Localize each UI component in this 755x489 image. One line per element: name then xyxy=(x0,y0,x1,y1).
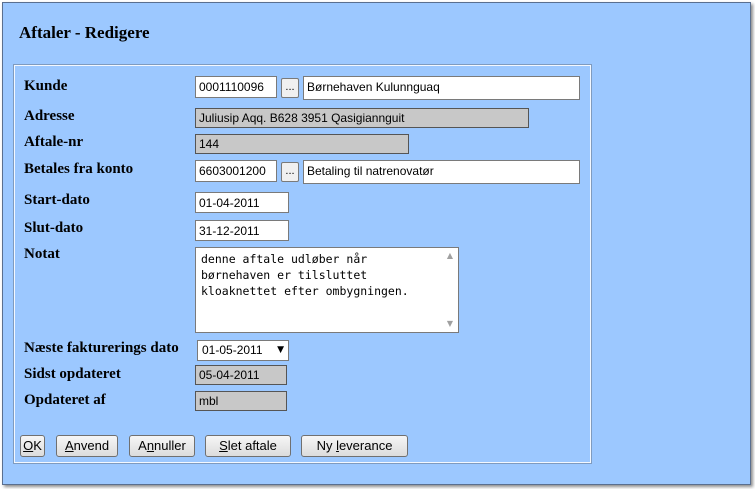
konto-lookup-button[interactable]: ... xyxy=(281,162,299,182)
anvend-button[interactable]: Anvend xyxy=(56,435,118,457)
start-dato-label: Start-dato xyxy=(24,192,90,208)
opdateret-af-field: mbl xyxy=(195,391,287,411)
kunde-nr-input[interactable]: 0001110096 xyxy=(195,76,277,98)
konto-navn-input[interactable]: Betaling til natrenovatør xyxy=(303,160,580,184)
page-title: Aftaler - Redigere xyxy=(19,23,150,42)
kunde-label: Kunde xyxy=(24,78,68,94)
opdateret-af-label: Opdateret af xyxy=(24,392,106,408)
scroll-down-arrow-icon[interactable]: ▼ xyxy=(444,319,456,329)
ok-button[interactable]: OK xyxy=(20,435,45,457)
notat-label: Notat xyxy=(24,246,60,262)
chevron-down-icon: ▼ xyxy=(277,345,284,355)
naeste-fakturerings-dato-select[interactable]: 01-05-2011 ▼ xyxy=(197,340,289,361)
slet-aftale-button[interactable]: Slet aftale xyxy=(205,435,291,457)
notat-text: denne aftale udløber når børnehaven er t… xyxy=(201,252,409,298)
aftale-nr-field: 144 xyxy=(195,134,409,154)
sidst-opdateret-field: 05-04-2011 xyxy=(195,365,287,385)
annuller-button[interactable]: Annuller xyxy=(129,435,195,457)
slut-dato-input[interactable]: 31-12-2011 xyxy=(195,220,289,241)
adresse-label: Adresse xyxy=(24,108,75,124)
aftale-nr-label: Aftale-nr xyxy=(24,134,84,150)
konto-nr-input[interactable]: 6603001200 xyxy=(195,160,277,182)
kunde-lookup-button[interactable]: ... xyxy=(281,78,299,98)
notat-textarea[interactable]: denne aftale udløber når børnehaven er t… xyxy=(195,247,459,333)
ny-leverance-button[interactable]: Ny leverance xyxy=(301,435,408,457)
start-dato-input[interactable]: 01-04-2011 xyxy=(195,192,289,213)
kunde-navn-input[interactable]: Børnehaven Kulunnguaq xyxy=(303,76,580,100)
dialog-window: Aftaler - Redigere Kunde 0001110096 ... … xyxy=(2,2,751,485)
scroll-up-arrow-icon[interactable]: ▲ xyxy=(444,251,456,261)
sidst-opdateret-label: Sidst opdateret xyxy=(24,366,121,382)
slut-dato-label: Slut-dato xyxy=(24,220,84,236)
betales-fra-konto-label: Betales fra konto xyxy=(24,161,134,177)
naeste-fakturerings-dato-label: Næste fakturerings dato xyxy=(24,340,179,356)
adresse-field: Juliusip Aqq. B628 3951 Qasigiannguit xyxy=(195,108,529,128)
naeste-fakturerings-dato-value: 01-05-2011 xyxy=(202,343,263,357)
